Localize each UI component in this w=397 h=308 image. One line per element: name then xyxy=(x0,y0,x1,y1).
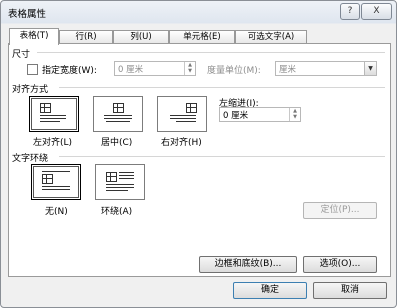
tab-alt-text[interactable]: 可选文字(A) xyxy=(235,30,307,44)
align-center-label: 居中(C) xyxy=(101,138,133,148)
width-spinner[interactable]: 0 厘米 ▲ ▼ xyxy=(114,61,196,76)
align-right-label: 右对齐(H) xyxy=(161,138,202,148)
table-tab-panel: 尺寸 指定宽度(W): 0 厘米 ▲ ▼ 度量单位(M): 厘米 ▼ 对齐方式 xyxy=(8,43,391,277)
measure-unit-select[interactable]: 厘米 ▼ xyxy=(275,61,377,76)
alignment-heading: 对齐方式 xyxy=(12,85,49,95)
dialog-title: 表格属性 xyxy=(8,9,47,20)
wrap-around-label: 环绕(A) xyxy=(101,207,133,217)
borders-and-shading-button[interactable]: 边框和底纹(B)... xyxy=(199,256,297,273)
tab-row[interactable]: 行(R) xyxy=(59,30,113,44)
tab-column[interactable]: 列(U) xyxy=(113,30,169,44)
align-center-icon xyxy=(94,97,142,131)
measure-unit-label: 度量单位(M): xyxy=(207,66,261,76)
spin-down-icon[interactable]: ▼ xyxy=(185,68,195,74)
text-wrapping-heading: 文字环绕 xyxy=(12,154,49,164)
left-indent-spinner-arrows[interactable]: ▲ ▼ xyxy=(289,108,300,121)
help-button[interactable]: ? xyxy=(340,3,360,20)
left-indent-value[interactable]: 0 厘米 xyxy=(223,109,248,121)
position-button[interactable]: 定位(P)... xyxy=(303,202,377,219)
width-spinner-arrows[interactable]: ▲ ▼ xyxy=(184,62,195,75)
tab-cell[interactable]: 单元格(E) xyxy=(169,30,235,44)
size-divider xyxy=(37,52,385,53)
wrap-none-icon xyxy=(32,165,80,199)
align-right-option[interactable] xyxy=(157,96,207,132)
width-value: 0 厘米 xyxy=(118,65,144,75)
title-bar: 表格属性 ? X xyxy=(1,1,396,23)
wrap-none-label: 无(N) xyxy=(45,207,68,217)
align-left-icon xyxy=(30,97,78,131)
size-heading: 尺寸 xyxy=(12,50,31,60)
align-center-option[interactable] xyxy=(93,96,143,132)
specify-width-checkbox[interactable] xyxy=(27,64,38,75)
left-indent-spinner[interactable]: 0 厘米 ▲ ▼ xyxy=(219,107,301,122)
wrap-none-option[interactable] xyxy=(31,164,81,200)
close-button[interactable]: X xyxy=(361,3,392,20)
align-left-label: 左对齐(L) xyxy=(33,138,73,148)
tab-table[interactable]: 表格(T) xyxy=(9,28,59,45)
table-properties-dialog: 表格属性 ? X 表格(T) 行(R) 列(U) 单元格(E) 可选文字(A) … xyxy=(0,0,397,308)
options-button[interactable]: 选项(O)... xyxy=(303,256,377,273)
spin-down-icon[interactable]: ▼ xyxy=(290,114,300,120)
wrap-around-icon xyxy=(96,165,144,199)
measure-unit-value: 厘米 xyxy=(279,65,297,75)
chevron-down-icon[interactable]: ▼ xyxy=(364,62,376,75)
wrap-around-option[interactable] xyxy=(95,164,145,200)
wrapping-divider xyxy=(59,156,385,157)
align-left-option[interactable] xyxy=(29,96,79,132)
alignment-divider xyxy=(59,87,385,88)
cancel-button[interactable]: 取消 xyxy=(313,282,387,299)
align-right-icon xyxy=(158,97,206,131)
specify-width-label: 指定宽度(W): xyxy=(42,66,97,76)
ok-button[interactable]: 确定 xyxy=(233,282,307,299)
